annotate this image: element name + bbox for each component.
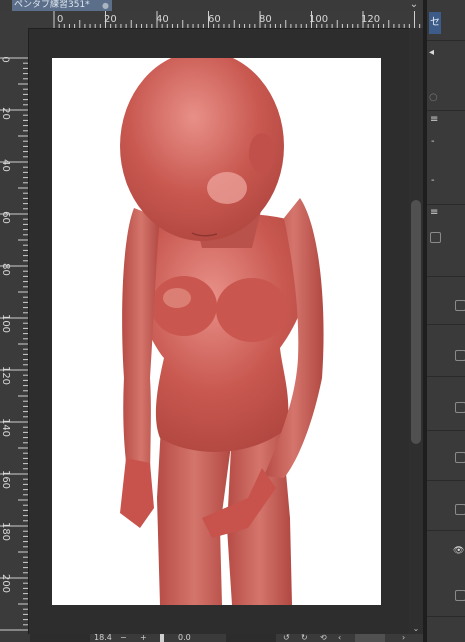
horizontal-ruler: 0 20 40 60 80 100 120 bbox=[0, 11, 427, 29]
layer-checkbox[interactable] bbox=[455, 402, 465, 413]
zoom-slider[interactable] bbox=[30, 634, 90, 642]
layer-panel-menu-icon[interactable]: ≡ bbox=[430, 207, 438, 218]
panel-label: - bbox=[431, 136, 435, 147]
scroll-down-icon[interactable]: ⌄ bbox=[409, 624, 423, 634]
panel-separator bbox=[427, 40, 465, 41]
document-tab[interactable]: ペンタブ練習351* bbox=[12, 0, 112, 11]
ruler-left-label: 180 bbox=[0, 521, 12, 542]
ruler-top-label: 100 bbox=[309, 14, 329, 25]
layer-separator bbox=[427, 430, 465, 431]
rotation-value[interactable]: 0.0 bbox=[178, 634, 191, 642]
horizontal-scrollbar-thumb[interactable] bbox=[355, 634, 385, 642]
ruler-left-label: 100 bbox=[0, 313, 12, 334]
panel-separator bbox=[427, 110, 465, 111]
zoom-reset-icon[interactable] bbox=[160, 634, 164, 642]
canvas-status-bar: 18.4 − + 0.0 ↺ ↻ ⟲ ‹ › bbox=[0, 634, 427, 642]
rotate-left-icon[interactable]: ↺ bbox=[283, 634, 290, 642]
canvas-paper[interactable] bbox=[52, 58, 381, 605]
layer-separator bbox=[427, 324, 465, 325]
ruler-left-label: 120 bbox=[0, 365, 12, 386]
ruler-left-label: 60 bbox=[0, 211, 11, 224]
ruler-left-label: 140 bbox=[0, 417, 12, 438]
scroll-right-icon[interactable]: › bbox=[402, 634, 405, 642]
layer-separator bbox=[427, 480, 465, 481]
layer-checkbox[interactable] bbox=[455, 452, 465, 463]
ruler-top-label: 40 bbox=[156, 14, 169, 25]
panel-tab-header[interactable]: セ bbox=[429, 12, 441, 34]
layer-separator bbox=[427, 616, 465, 617]
document-tab-title: ペンタブ練習351* bbox=[14, 0, 90, 10]
panel-menu-icon[interactable]: ≡ bbox=[430, 114, 438, 125]
ruler-left-label: 200 bbox=[0, 573, 12, 594]
layer-separator bbox=[427, 276, 465, 277]
layer-checkbox[interactable] bbox=[455, 504, 465, 515]
rotation-slider[interactable] bbox=[226, 634, 276, 642]
ruler-top-label: 0 bbox=[57, 14, 64, 25]
ruler-top-label: 120 bbox=[361, 14, 381, 25]
circle-icon[interactable]: ○ bbox=[429, 92, 438, 103]
zoom-value[interactable]: 18.4 bbox=[94, 634, 112, 642]
ruler-left-label: 0 bbox=[0, 56, 11, 63]
layer-visibility-eye-icon[interactable]: 👁 bbox=[453, 546, 464, 556]
ruler-left-label: 80 bbox=[0, 263, 11, 276]
zoom-out-icon[interactable]: − bbox=[120, 634, 127, 642]
ruler-left-label: 20 bbox=[0, 107, 11, 120]
back-arrow-icon[interactable]: ◂ bbox=[429, 47, 434, 58]
figure-drawing bbox=[120, 58, 324, 605]
ruler-top-label: 60 bbox=[208, 14, 221, 25]
right-panel: セ ◂ ○ ≡ - - ≡ 👁 bbox=[427, 0, 465, 642]
tab-menu-chevron-icon[interactable]: ⌄ bbox=[407, 0, 421, 11]
ruler-left-label: 40 bbox=[0, 159, 11, 172]
layer-checkbox[interactable] bbox=[455, 590, 465, 601]
tab-close-icon[interactable]: ● bbox=[101, 1, 110, 10]
panel-separator bbox=[427, 204, 465, 205]
ruler-left-label: 160 bbox=[0, 469, 12, 490]
scroll-left-icon[interactable]: ‹ bbox=[338, 634, 341, 642]
layer-separator bbox=[427, 376, 465, 377]
reset-rotation-icon[interactable]: ⟲ bbox=[320, 634, 327, 642]
layer-checkbox[interactable] bbox=[455, 300, 465, 311]
zoom-in-icon[interactable]: + bbox=[140, 634, 147, 642]
ruler-top-label: 20 bbox=[104, 14, 117, 25]
panel-label: - bbox=[431, 175, 435, 186]
vertical-scrollbar-thumb[interactable] bbox=[411, 200, 421, 444]
layer-checkbox[interactable] bbox=[430, 232, 441, 243]
layer-checkbox[interactable] bbox=[455, 350, 465, 361]
rotate-right-icon[interactable]: ↻ bbox=[301, 634, 308, 642]
vertical-ruler-labels: 0 20 40 60 80 100 120 140 160 180 200 bbox=[0, 28, 16, 634]
layer-separator bbox=[427, 530, 465, 531]
ruler-top-label: 80 bbox=[259, 14, 272, 25]
vertical-ruler: 0 20 40 60 80 100 120 140 160 180 200 bbox=[0, 28, 29, 634]
